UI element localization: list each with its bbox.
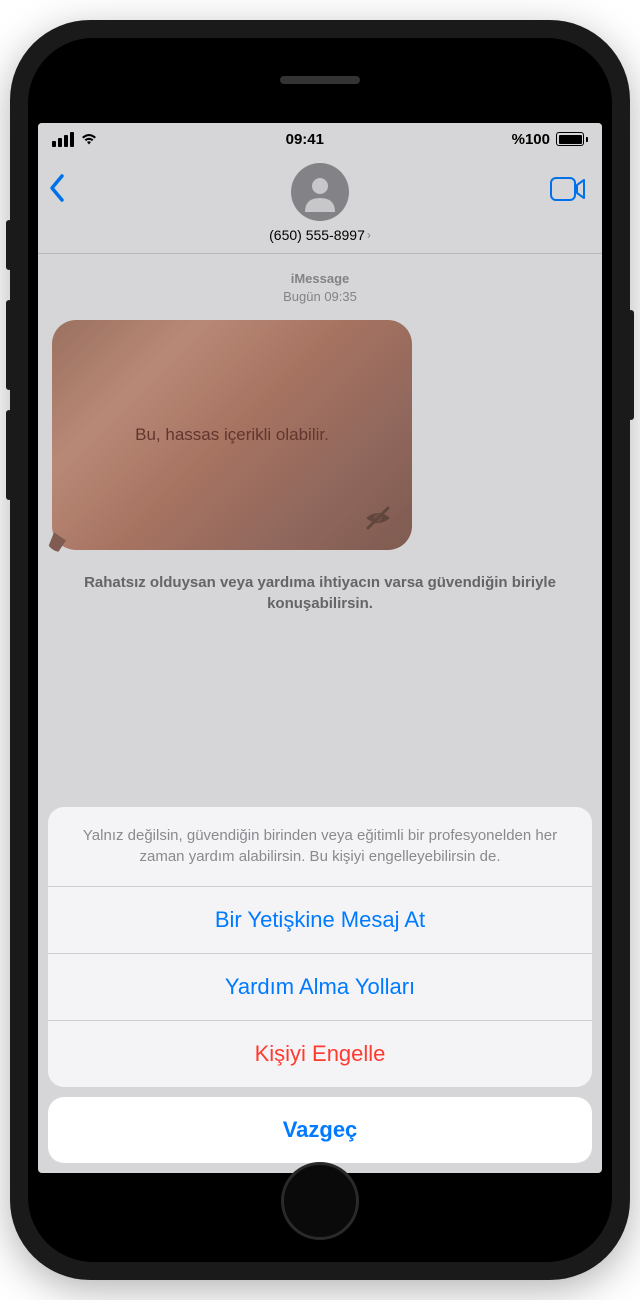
power-button (628, 310, 634, 420)
volume-down-button (6, 410, 12, 500)
battery-percentage: %100 (512, 131, 550, 148)
person-icon (300, 172, 340, 212)
cellular-signal-icon (52, 132, 74, 147)
chevron-right-icon: › (367, 228, 371, 242)
back-button[interactable] (48, 173, 66, 203)
avatar (291, 163, 349, 221)
sensitive-warning-label: Bu, hassas içerikli olabilir. (135, 425, 329, 445)
facetime-video-button[interactable] (550, 177, 586, 201)
screen: 09:41 %100 (38, 123, 602, 1173)
status-bar: 09:41 %100 (38, 123, 602, 155)
action-sheet-group: Yalnız değilsin, güvendiğin birinden vey… (48, 807, 592, 1088)
sheet-message: Yalnız değilsin, güvendiğin birinden vey… (48, 807, 592, 888)
contact-number-label: (650) 555-8997 › (269, 227, 371, 243)
phone-device-frame: 09:41 %100 (10, 20, 630, 1280)
status-right: %100 (512, 131, 588, 148)
chat-area: iMessage Bugün 09:35 Bu, hassas içerikli… (38, 254, 602, 630)
earpiece-speaker (280, 76, 360, 84)
timestamp-label: Bugün 09:35 (52, 288, 588, 306)
status-left (52, 132, 98, 147)
cancel-button[interactable]: Vazgeç (48, 1097, 592, 1163)
service-label: iMessage (52, 270, 588, 288)
phone-bezel: 09:41 %100 (28, 38, 612, 1262)
contact-info[interactable]: (650) 555-8997 › (52, 163, 588, 243)
eye-slash-icon (362, 502, 394, 534)
conversation-header: (650) 555-8997 › (38, 155, 602, 254)
help-prompt-text: Rahatsız olduysan veya yardıma ihtiyacın… (52, 572, 588, 614)
status-time: 09:41 (286, 131, 324, 148)
chat-meta: iMessage Bugün 09:35 (52, 270, 588, 306)
message-adult-button[interactable]: Bir Yetişkine Mesaj At (48, 887, 592, 954)
wifi-icon (80, 132, 98, 146)
mute-switch (6, 220, 12, 270)
action-sheet: Yalnız değilsin, güvendiğin birinden vey… (48, 807, 592, 1164)
home-button[interactable] (281, 1162, 359, 1240)
sensitive-content-bubble[interactable]: Bu, hassas içerikli olabilir. (52, 320, 412, 550)
battery-icon (556, 132, 588, 146)
block-contact-button[interactable]: Kişiyi Engelle (48, 1021, 592, 1087)
ways-to-get-help-button[interactable]: Yardım Alma Yolları (48, 954, 592, 1021)
volume-up-button (6, 300, 12, 390)
